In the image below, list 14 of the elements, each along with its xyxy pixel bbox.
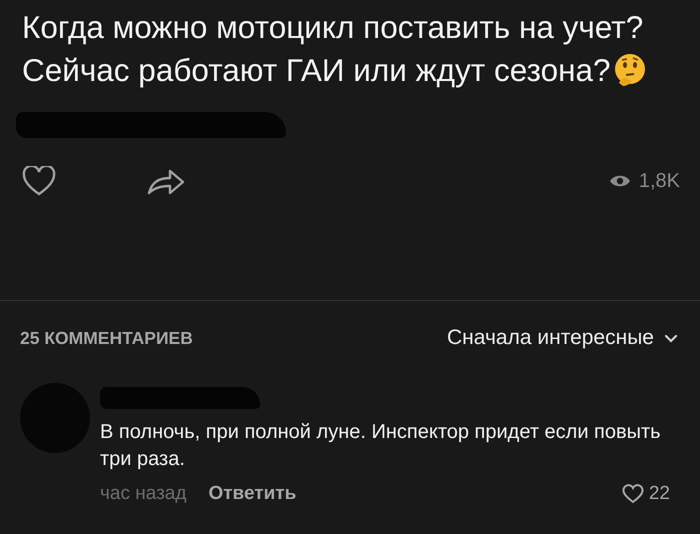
thinking-face-icon [612, 53, 647, 87]
heart-icon[interactable] [622, 484, 644, 504]
view-count: 1,8K [638, 170, 680, 192]
eye-icon [608, 173, 631, 189]
post-title: Сейчас работают ГАИ или ждут сезона? [22, 52, 611, 88]
comment-time: час назад [100, 483, 186, 505]
post-title: Когда можно мотоцикл поставить на учет? [22, 9, 644, 45]
comment-text: В полночь, при полной луне. Инспектор придет если повыть три раза. [100, 420, 662, 472]
reply-link[interactable]: Ответить [208, 483, 296, 505]
chevron-down-icon [664, 334, 678, 342]
comment-count: 25 КОММЕНТАРИЕВ [20, 328, 194, 348]
sort-dropdown[interactable]: Сначала интересные [447, 326, 678, 350]
heart-icon[interactable] [22, 166, 56, 196]
like-count: 22 [648, 483, 670, 505]
